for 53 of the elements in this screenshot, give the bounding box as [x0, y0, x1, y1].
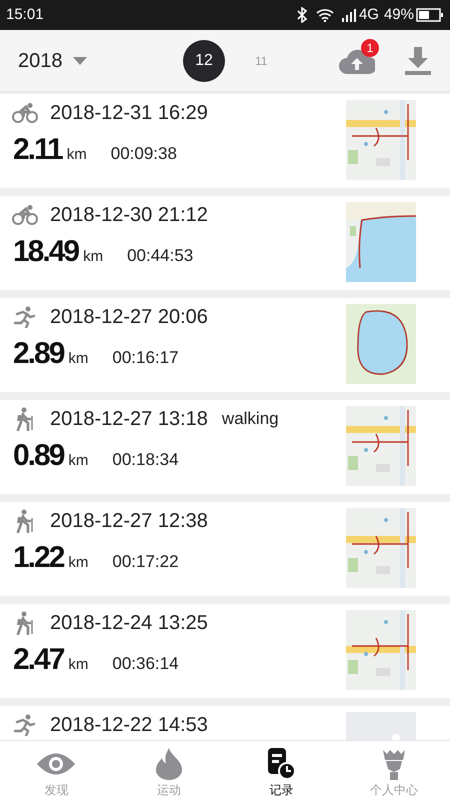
document-clock-icon — [266, 748, 296, 780]
record-card[interactable]: 2018-12-27 20:06 2.89 km 00:16:17 — [0, 298, 450, 392]
runner-icon — [13, 306, 37, 328]
eye-icon — [36, 751, 76, 777]
record-datetime: 2018-12-27 20:06 — [50, 305, 208, 330]
record-duration: 00:09:38 — [110, 143, 177, 165]
bicycle-icon — [12, 205, 38, 225]
record-duration: 00:16:17 — [112, 347, 179, 369]
battery-icon — [416, 8, 444, 22]
bicycle-icon — [12, 103, 38, 123]
record-card[interactable]: 2018-12-27 13:18 walking 0.89 km 00:18:34 — [0, 400, 450, 494]
bluetooth-icon — [296, 7, 308, 23]
record-duration: 00:17:22 — [112, 551, 179, 573]
record-card[interactable]: 2018-12-22 14:53 — [0, 706, 450, 740]
record-card[interactable]: 2018-12-24 13:25 2.47 km 00:36:14 — [0, 604, 450, 698]
status-time: 15:01 — [6, 4, 44, 25]
record-distance: 0.89 — [13, 441, 64, 471]
distance-unit: km — [66, 145, 87, 165]
record-distance: 2.89 — [13, 339, 64, 369]
record-datetime: 2018-12-27 12:38 — [50, 509, 208, 534]
flame-icon — [154, 748, 184, 780]
month-tab[interactable]: 12 — [183, 40, 225, 82]
battery-percent: 49% — [384, 4, 414, 25]
record-datetime: 2018-12-30 21:12 — [50, 203, 208, 228]
record-distance: 18.49 — [13, 237, 78, 267]
record-duration: 00:18:34 — [112, 449, 179, 471]
year-dropdown[interactable]: 2018 — [18, 46, 86, 76]
record-distance: 2.47 — [13, 645, 64, 675]
record-card[interactable]: 2018-12-31 16:29 2.11 km 00:09:38 — [0, 94, 450, 188]
distance-unit: km — [83, 247, 104, 267]
record-datetime: 2018-12-31 16:29 — [50, 101, 208, 126]
record-duration: 00:44:53 — [127, 245, 194, 267]
download-icon[interactable] — [405, 46, 431, 74]
record-note: walking — [222, 408, 279, 430]
record-card[interactable]: 2018-12-27 12:38 1.22 km 00:17:22 — [0, 502, 450, 596]
notification-badge: 1 — [361, 38, 379, 56]
distance-unit: km — [68, 451, 88, 471]
record-datetime: 2018-12-27 13:18 — [50, 407, 208, 432]
distance-unit: km — [68, 655, 88, 675]
distance-unit: km — [68, 553, 88, 573]
record-duration: 00:36:14 — [112, 653, 179, 675]
distance-unit: km — [68, 349, 88, 369]
nav-tab[interactable]: 记录 — [225, 741, 338, 800]
record-distance: 1.22 — [13, 543, 64, 573]
record-distance: 2.11 — [13, 135, 62, 165]
network-type: 4G — [358, 4, 379, 25]
record-datetime: 2018-12-24 13:25 — [50, 611, 208, 636]
caret-icon — [72, 56, 86, 64]
runner-icon — [13, 714, 37, 736]
record-card[interactable]: 2018-12-30 21:12 18.49 km 00:44:53 — [0, 196, 450, 290]
wifi-icon — [316, 8, 334, 22]
signal-icon — [342, 8, 358, 22]
record-datetime: 2018-12-22 14:53 — [50, 713, 208, 738]
